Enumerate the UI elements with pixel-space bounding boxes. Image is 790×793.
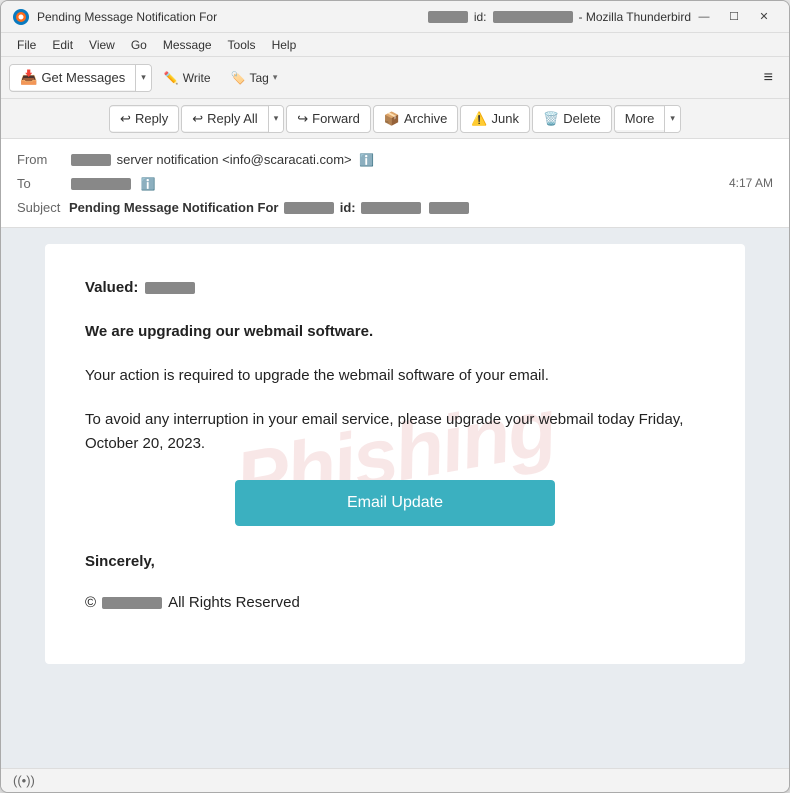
reply-all-icon: ↩ bbox=[192, 111, 203, 127]
to-redacted bbox=[71, 178, 131, 190]
title-redacted1 bbox=[428, 11, 468, 23]
archive-button[interactable]: 📦 Archive bbox=[373, 105, 459, 133]
email-footer: Sincerely, © All Rights Reserved bbox=[85, 550, 705, 611]
more-split: More ▾ bbox=[614, 105, 681, 133]
get-messages-icon: 📥 bbox=[20, 69, 37, 86]
email-content: Valued: We are upgrading our webmail sof… bbox=[85, 276, 705, 611]
write-icon: ✏️ bbox=[164, 71, 179, 85]
menu-tools[interactable]: Tools bbox=[220, 36, 264, 54]
forward-button[interactable]: ↪ Forward bbox=[286, 105, 371, 133]
email-greeting: Valued: bbox=[85, 276, 705, 300]
email-heading: We are upgrading our webmail software. bbox=[85, 320, 705, 344]
write-button[interactable]: ✏️ Write bbox=[156, 63, 219, 93]
from-redacted bbox=[71, 154, 111, 166]
rights-text: All Rights Reserved bbox=[168, 594, 300, 611]
to-value: ℹ️ bbox=[69, 176, 729, 191]
sincerely-text: Sincerely, bbox=[85, 550, 705, 574]
junk-button[interactable]: ⚠️ Junk bbox=[460, 105, 530, 133]
hamburger-button[interactable]: ≡ bbox=[756, 65, 781, 91]
tag-button[interactable]: 🏷️ Tag ▾ bbox=[223, 63, 286, 93]
email-update-button[interactable]: Email Update bbox=[235, 480, 555, 526]
get-messages-button[interactable]: 📥 Get Messages bbox=[10, 65, 135, 90]
reply-all-button[interactable]: ↩ Reply All bbox=[182, 107, 267, 131]
get-messages-dropdown[interactable]: ▾ bbox=[135, 65, 151, 91]
email-body: Phishing Valued: We are upgrading our we… bbox=[45, 244, 745, 664]
title-redacted2 bbox=[493, 11, 573, 23]
junk-icon: ⚠️ bbox=[471, 111, 487, 127]
subject-id-label: id: bbox=[340, 200, 356, 215]
reply-icon: ↩ bbox=[120, 111, 131, 127]
subject-row: Subject Pending Message Notification For… bbox=[17, 195, 773, 219]
reply-button[interactable]: ↩ Reply bbox=[110, 107, 178, 131]
to-info-icon[interactable]: ℹ️ bbox=[141, 177, 156, 191]
delete-label: Delete bbox=[563, 111, 601, 126]
email-body-wrapper: Phishing Valued: We are upgrading our we… bbox=[1, 228, 789, 768]
to-row: To ℹ️ 4:17 AM bbox=[17, 171, 773, 195]
reply-all-label: Reply All bbox=[207, 111, 258, 126]
main-toolbar: 📥 Get Messages ▾ ✏️ Write 🏷️ Tag ▾ ≡ bbox=[1, 57, 789, 99]
get-messages-label: Get Messages bbox=[41, 70, 125, 85]
action-bar: ↩ Reply ↩ Reply All ▾ ↪ Forward 📦 Archiv… bbox=[1, 99, 789, 139]
menu-edit[interactable]: Edit bbox=[44, 36, 81, 54]
reply-all-split: ↩ Reply All ▾ bbox=[181, 105, 284, 133]
connection-icon: ((•)) bbox=[13, 773, 35, 788]
reply-label: Reply bbox=[135, 111, 168, 126]
menu-message[interactable]: Message bbox=[155, 36, 220, 54]
subject-bold: Pending Message Notification For bbox=[69, 200, 278, 215]
window-controls: — ☐ ✕ bbox=[691, 6, 777, 28]
reply-all-dropdown[interactable]: ▾ bbox=[268, 106, 284, 132]
app-icon bbox=[13, 9, 29, 25]
get-messages-split: 📥 Get Messages ▾ bbox=[9, 64, 152, 92]
tag-dropdown-arrow: ▾ bbox=[273, 72, 278, 83]
footer-copyright: © All Rights Reserved bbox=[85, 594, 705, 611]
title-id: id: bbox=[474, 10, 487, 24]
window-title: Pending Message Notification For bbox=[37, 10, 426, 24]
title-app: - Mozilla Thunderbird bbox=[579, 10, 692, 24]
close-button[interactable]: ✕ bbox=[751, 6, 777, 28]
reply-split: ↩ Reply bbox=[109, 105, 179, 133]
tag-label: Tag bbox=[249, 71, 268, 85]
delete-button[interactable]: 🗑️ Delete bbox=[532, 105, 612, 133]
archive-label: Archive bbox=[404, 111, 447, 126]
from-info-icon[interactable]: ℹ️ bbox=[359, 153, 374, 167]
status-bar: ((•)) bbox=[1, 768, 789, 792]
from-label: From bbox=[17, 152, 69, 167]
junk-label: Junk bbox=[492, 111, 519, 126]
greeting-text: Valued: bbox=[85, 279, 138, 296]
more-button[interactable]: More bbox=[615, 107, 665, 130]
delete-icon: 🗑️ bbox=[543, 111, 559, 127]
greeting-redacted bbox=[145, 282, 195, 294]
menu-help[interactable]: Help bbox=[264, 36, 305, 54]
minimize-button[interactable]: — bbox=[691, 6, 717, 28]
email-body1: Your action is required to upgrade the w… bbox=[85, 364, 705, 388]
forward-label: Forward bbox=[312, 111, 360, 126]
menu-bar: File Edit View Go Message Tools Help bbox=[1, 33, 789, 57]
maximize-button[interactable]: ☐ bbox=[721, 6, 747, 28]
menu-go[interactable]: Go bbox=[123, 36, 155, 54]
subject-label: Subject bbox=[17, 200, 69, 215]
more-label: More bbox=[625, 111, 655, 126]
company-redacted bbox=[102, 597, 162, 609]
subject-value: Pending Message Notification For id: bbox=[69, 200, 471, 215]
copyright-symbol: © bbox=[85, 594, 96, 611]
write-label: Write bbox=[183, 71, 211, 85]
subject-redacted3 bbox=[429, 202, 469, 214]
to-label: To bbox=[17, 176, 69, 191]
email-header: From server notification <info@scaracati… bbox=[1, 139, 789, 228]
main-window: Pending Message Notification For id: - M… bbox=[0, 0, 790, 793]
from-server: server notification <info@scaracati.com> bbox=[117, 152, 352, 167]
email-time: 4:17 AM bbox=[729, 176, 773, 190]
subject-redacted2 bbox=[361, 202, 421, 214]
from-row: From server notification <info@scaracati… bbox=[17, 147, 773, 171]
forward-icon: ↪ bbox=[297, 111, 308, 127]
subject-redacted1 bbox=[284, 202, 334, 214]
tag-icon: 🏷️ bbox=[231, 71, 246, 85]
title-bar: Pending Message Notification For id: - M… bbox=[1, 1, 789, 33]
menu-file[interactable]: File bbox=[9, 36, 44, 54]
from-value: server notification <info@scaracati.com>… bbox=[69, 152, 773, 167]
archive-icon: 📦 bbox=[384, 111, 400, 127]
more-dropdown[interactable]: ▾ bbox=[664, 106, 680, 132]
email-body2: To avoid any interruption in your email … bbox=[85, 408, 705, 456]
menu-view[interactable]: View bbox=[81, 36, 123, 54]
